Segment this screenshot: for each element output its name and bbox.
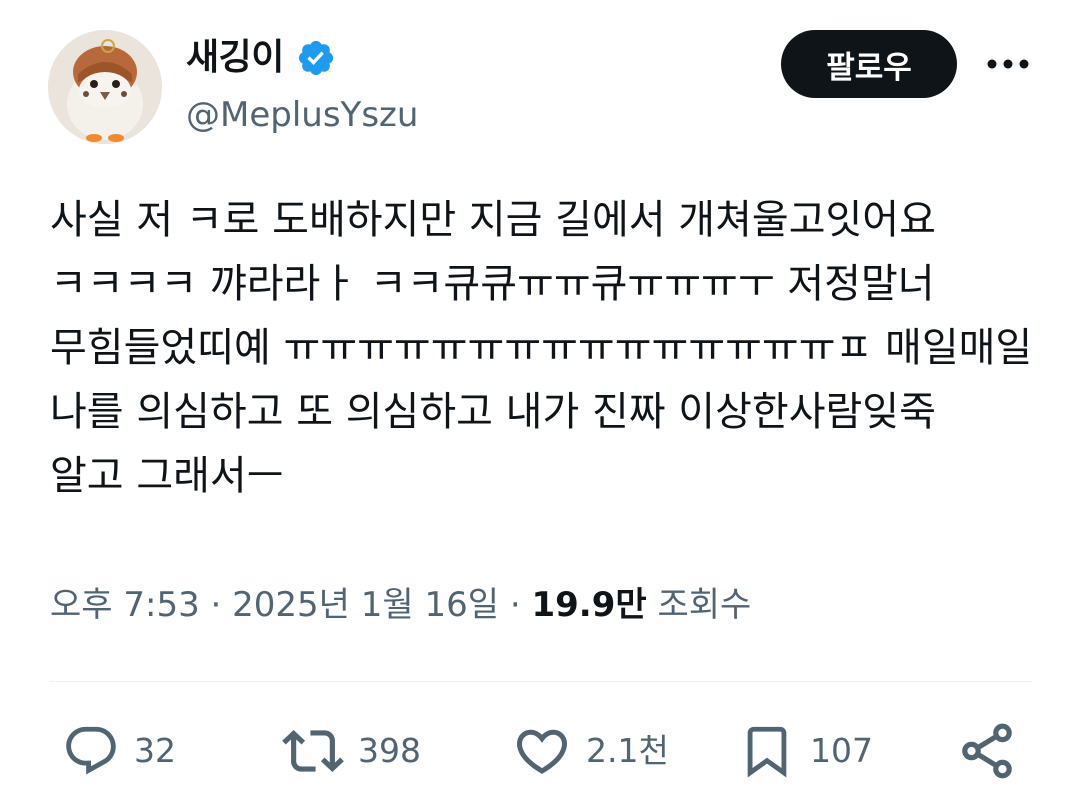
- meta-separator: ·: [499, 585, 532, 625]
- user-handle[interactable]: @MeplusYszu: [186, 92, 418, 138]
- like-count: 2.1천: [586, 731, 669, 770]
- share-icon: [962, 723, 1012, 779]
- reply-button[interactable]: 32: [62, 720, 176, 782]
- tweet-meta: 오후 7:53 · 2025년 1월 16일 · 19.9만 조회수: [50, 580, 751, 630]
- tweet-time[interactable]: 오후 7:53: [50, 585, 200, 625]
- display-name[interactable]: 새깅이: [186, 30, 284, 86]
- bookmark-icon: [747, 726, 787, 778]
- tweet-text-line: 무힘들었띠예 ㅠㅠㅠㅠㅠㅠㅠㅠㅠㅠㅠㅠㅠㅠㅠㅍ 매일매일: [50, 325, 1033, 371]
- retweet-icon: [282, 730, 344, 772]
- reply-bubble-icon: [66, 726, 116, 775]
- bookmark-button[interactable]: 107: [738, 720, 873, 782]
- tweet-text-line: 나를 의심하고 또 의심하고 내가 진짜 이상한사람잊죽: [50, 389, 936, 435]
- like-button[interactable]: 2.1천: [512, 720, 669, 782]
- tweet-text-line: 알고 그래서ㅡ: [50, 453, 284, 499]
- bookmark-count: 107: [810, 731, 873, 770]
- tweet-text: 사실 저 ㅋ로 도배하지만 지금 길에서 개쳐울고잇어요 ㅋㅋㅋㅋ 꺄라라ㅏ ㅋ…: [50, 188, 1040, 508]
- meta-separator: ·: [199, 585, 233, 625]
- avatar[interactable]: [48, 30, 162, 144]
- views-label: 조회수: [657, 585, 752, 625]
- verified-badge-icon[interactable]: [296, 38, 336, 78]
- tweet-text-line: 사실 저 ㅋ로 도배하지만 지금 길에서 개쳐울고잇어요: [50, 197, 936, 243]
- follow-button[interactable]: 팔로우: [781, 30, 957, 98]
- tweet-date[interactable]: 2025년 1월 16일: [232, 585, 499, 625]
- heart-icon: [516, 729, 568, 774]
- views-count: 19.9만: [531, 585, 647, 625]
- tweet-text-line: ㅋㅋㅋㅋ 꺄라라ㅏ ㅋㅋ큐큐ㅠㅠ큐ㅠㅠㅠㅜ 저정말너: [50, 261, 935, 307]
- author-name-row[interactable]: 새깅이: [186, 30, 336, 86]
- retweet-button[interactable]: 398: [282, 720, 421, 782]
- more-options-button[interactable]: [980, 44, 1036, 84]
- retweet-count: 398: [358, 731, 421, 770]
- reply-count: 32: [134, 731, 176, 770]
- divider: [50, 681, 1032, 682]
- more-horizontal-icon: [987, 59, 1029, 69]
- share-button[interactable]: [956, 720, 1018, 782]
- sparrow-plush-avatar-icon: [48, 30, 162, 144]
